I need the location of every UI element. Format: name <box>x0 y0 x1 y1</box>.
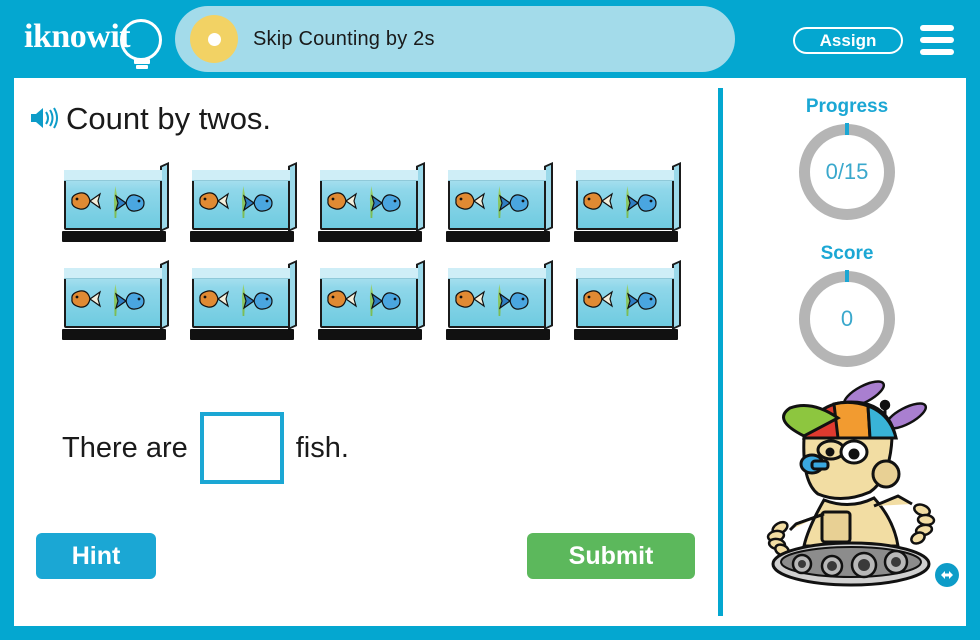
brand-logo[interactable]: iknowit <box>24 14 172 69</box>
tank-base <box>190 231 294 242</box>
orange-fish-icon <box>199 192 230 210</box>
brand-logo-text: iknowit <box>24 18 131 55</box>
lightbulb-base-lower-icon <box>136 65 148 69</box>
orange-fish-icon <box>583 290 614 308</box>
orange-fish-icon <box>455 192 486 210</box>
blue-fish-icon <box>114 292 145 310</box>
menu-bar-bottom <box>920 49 954 55</box>
tank-base <box>62 231 166 242</box>
tank-base <box>446 231 550 242</box>
tank-base <box>446 329 550 340</box>
fish-tank-icon <box>190 161 297 242</box>
progress-ring: 0/15 <box>799 123 895 220</box>
score-ring: 0 <box>799 270 895 367</box>
lightbulb-base-icon <box>134 59 150 64</box>
tank-base <box>574 329 678 340</box>
menu-bar-top <box>920 25 954 31</box>
tank-waterline <box>192 268 290 279</box>
blue-fish-icon <box>370 292 401 310</box>
tank-waterline <box>64 268 162 279</box>
fish-tank-icon <box>574 259 681 340</box>
answer-sentence: There are fish. <box>62 408 349 488</box>
tank-base <box>574 231 678 242</box>
tank-base <box>190 329 294 340</box>
submit-button[interactable]: Submit <box>527 533 695 579</box>
fish-tank-icon <box>446 259 553 340</box>
blue-fish-icon <box>242 292 273 310</box>
tank-waterline <box>320 268 418 279</box>
menu-bar-middle <box>920 37 954 43</box>
assign-button[interactable]: Assign <box>793 27 903 54</box>
status-sidebar: Progress 0/15 Score 0 <box>728 78 966 626</box>
orange-fish-icon <box>327 192 358 210</box>
blue-fish-icon <box>114 194 145 212</box>
speaker-icon[interactable] <box>30 106 60 130</box>
app-root: iknowit Skip Counting by 2s Assign Count… <box>0 0 980 640</box>
orange-fish-icon <box>199 290 230 308</box>
tank-waterline <box>448 170 546 181</box>
answer-suffix-label: fish. <box>295 431 349 464</box>
content-sidebar-divider <box>718 88 723 616</box>
tank-waterline <box>320 170 418 181</box>
tank-waterline <box>576 268 674 279</box>
fish-tank-grid <box>62 161 712 362</box>
fish-tank-row <box>62 259 712 340</box>
progress-meter: Progress 0/15 <box>728 96 966 220</box>
tank-waterline <box>448 268 546 279</box>
fish-tank-icon <box>574 161 681 242</box>
score-meter: Score 0 <box>728 243 966 367</box>
app-header: iknowit Skip Counting by 2s Assign <box>0 0 980 78</box>
score-label: Score <box>820 243 874 264</box>
tank-waterline <box>576 170 674 181</box>
blue-fish-icon <box>626 292 657 310</box>
lesson-tab[interactable]: Skip Counting by 2s <box>175 6 735 72</box>
lesson-dot-inner-icon <box>208 33 221 46</box>
score-value: 0 <box>840 306 854 331</box>
lesson-dot-icon <box>190 15 238 63</box>
blue-fish-icon <box>242 194 273 212</box>
tank-base <box>318 231 422 242</box>
fish-tank-icon <box>62 161 169 242</box>
blue-fish-icon <box>498 292 529 310</box>
blue-fish-icon <box>370 194 401 212</box>
tank-base <box>318 329 422 340</box>
fish-tank-row <box>62 161 712 242</box>
progress-value: 0/15 <box>825 159 869 184</box>
question-row: Count by twos. <box>30 96 690 142</box>
fish-tank-icon <box>62 259 169 340</box>
answer-prefix-label: There are <box>62 431 188 464</box>
resize-arrows-icon[interactable] <box>934 562 960 588</box>
orange-fish-icon <box>71 290 102 308</box>
lesson-title: Skip Counting by 2s <box>253 28 435 50</box>
hamburger-menu-icon[interactable] <box>920 25 954 55</box>
fish-tank-icon <box>446 161 553 242</box>
fish-tank-icon <box>318 259 425 340</box>
content-frame: Count by twos. There are fish. Hint Subm… <box>14 78 966 626</box>
fish-tank-icon <box>318 161 425 242</box>
tank-base <box>62 329 166 340</box>
blue-fish-icon <box>498 194 529 212</box>
answer-input[interactable] <box>199 412 284 484</box>
orange-fish-icon <box>71 192 102 210</box>
tank-waterline <box>192 170 290 181</box>
orange-fish-icon <box>327 290 358 308</box>
fish-tank-icon <box>190 259 297 340</box>
hint-button[interactable]: Hint <box>36 533 156 579</box>
tank-waterline <box>64 170 162 181</box>
lightbulb-icon <box>120 19 162 61</box>
robot-mascot-icon <box>766 380 936 587</box>
orange-fish-icon <box>455 290 486 308</box>
orange-fish-icon <box>583 192 614 210</box>
blue-fish-icon <box>626 194 657 212</box>
progress-label: Progress <box>805 96 889 117</box>
question-prompt: Count by twos. <box>66 101 272 136</box>
